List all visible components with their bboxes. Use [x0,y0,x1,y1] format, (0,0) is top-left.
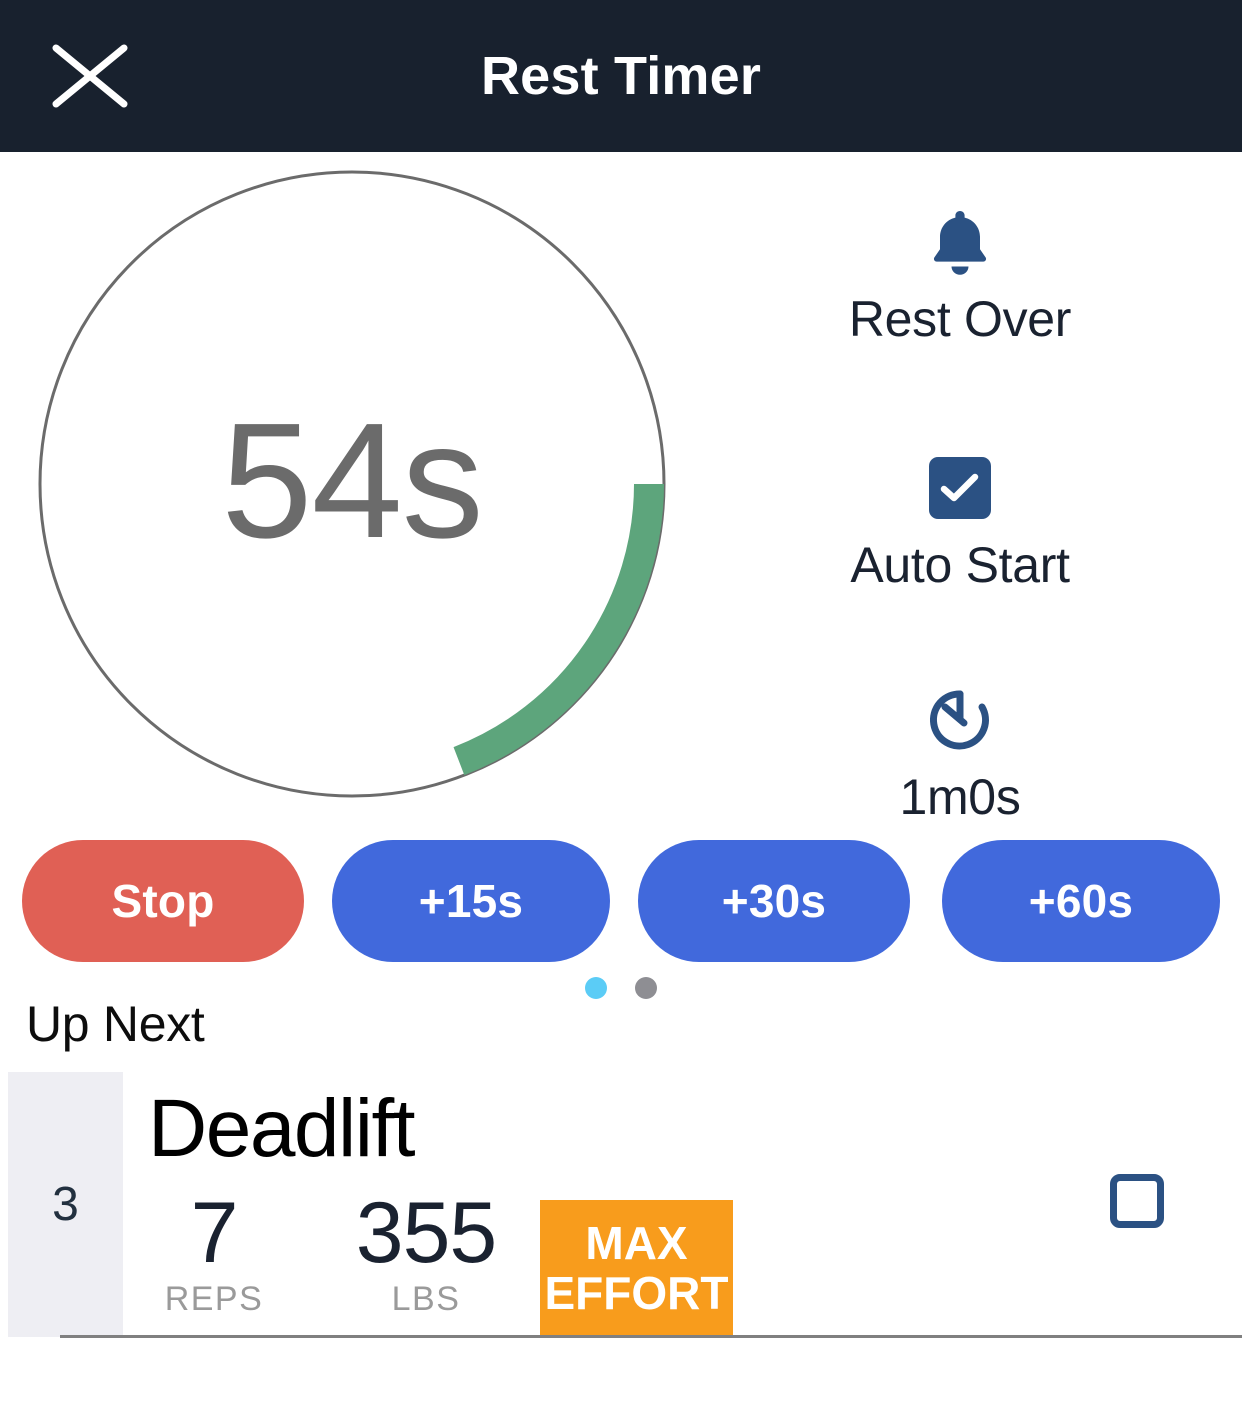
pagination-dot-1[interactable] [585,977,607,999]
set-index-value: 3 [52,1178,79,1231]
max-effort-badge-line2: EFFORT [544,1266,729,1319]
metric-reps: 7 REPS [148,1190,280,1319]
app-header: Rest Timer [0,0,1242,152]
set-row-divider [60,1335,1242,1338]
timer-remaining-value: 54s [221,389,483,572]
rest-over-toggle[interactable]: Rest Over [700,200,1220,348]
metric-weight-unit: LBS [391,1280,461,1318]
auto-start-label: Auto Start [850,537,1070,593]
timer-action-buttons: Stop +15s +30s +60s [0,840,1242,964]
max-effort-badge-line1: MAX [585,1217,688,1270]
up-next-heading: Up Next [26,996,205,1052]
set-index-cell: 3 [8,1072,123,1337]
set-complete-checkbox[interactable] [1110,1174,1164,1228]
timer-settings-panel: Rest Over Auto Start 1m0s [700,178,1242,825]
max-effort-badge[interactable]: MAX EFFORT [540,1200,733,1337]
checkbox-checked-icon[interactable] [700,446,1220,530]
add-15s-button[interactable]: +15s [332,840,610,962]
auto-start-toggle[interactable]: Auto Start [700,446,1220,594]
exercise-name: Deadlift [148,1083,416,1174]
stop-button[interactable]: Stop [22,840,304,962]
metric-reps-unit: REPS [164,1280,264,1318]
bell-icon [700,200,1220,284]
metric-weight-value: 355 [355,1185,498,1281]
rest-duration-label: 1m0s [899,769,1021,825]
metric-reps-value: 7 [190,1185,239,1281]
rest-duration-setting[interactable]: 1m0s [700,678,1220,826]
add-60s-button[interactable]: +60s [942,840,1220,962]
page-title: Rest Timer [480,46,762,106]
add-30s-button[interactable]: +30s [638,840,910,962]
up-next-set-row[interactable]: 3 Deadlift 7 REPS 355 LBS MAX EFFORT [0,1072,1242,1338]
stopwatch-icon [700,678,1220,762]
metric-weight: 355 LBS [320,1190,532,1319]
pagination-dot-2[interactable] [635,977,657,999]
rest-timer-dial[interactable]: 54s [24,156,680,812]
rest-over-label: Rest Over [848,291,1072,347]
